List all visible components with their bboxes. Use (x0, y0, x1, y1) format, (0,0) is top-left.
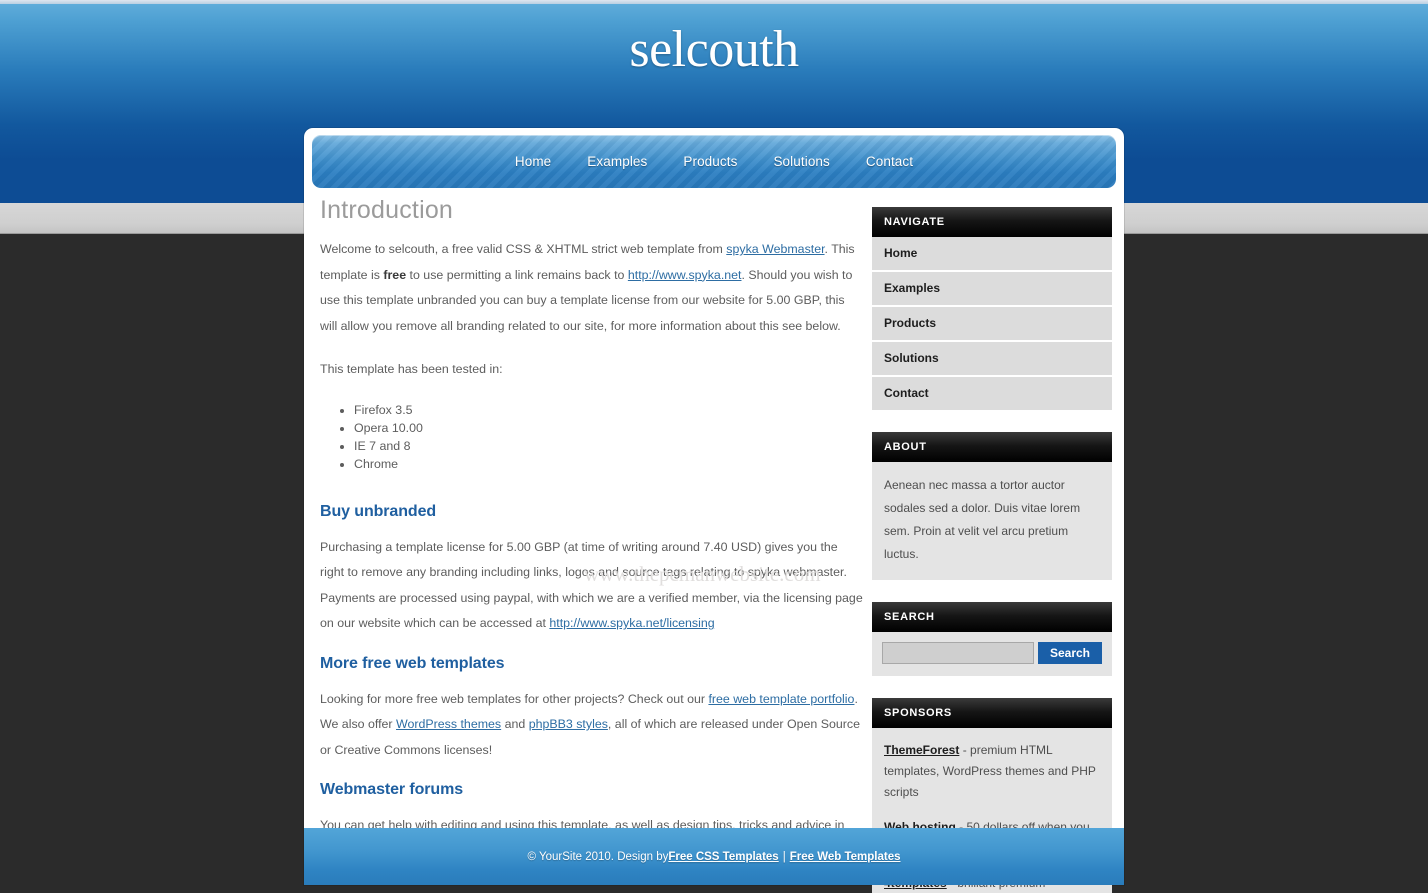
intro-text-1: Welcome to selcouth, a free valid CSS & … (320, 242, 727, 256)
intro-text-3: to use permitting a link remains back to (406, 267, 628, 282)
sidebar-search-title: SEARCH (872, 602, 1112, 632)
list-item: Chrome (354, 455, 865, 473)
sidebar-link-solutions[interactable]: Solutions (872, 342, 1112, 375)
more-text-3: and (501, 717, 529, 731)
content-area: Introduction Welcome to selcouth, a free… (304, 196, 1124, 893)
link-template-portfolio[interactable]: free web template portfolio (708, 692, 854, 706)
search-button[interactable]: Search (1038, 642, 1102, 664)
sidebar-about-text: Aenean nec massa a tortor auctor sodales… (872, 462, 1112, 580)
sidebar-link-contact[interactable]: Contact (872, 377, 1112, 410)
nav-link-home[interactable]: Home (497, 154, 569, 169)
nav-link-examples[interactable]: Examples (569, 154, 665, 169)
nav-item-home[interactable]: Home (497, 154, 569, 169)
sidebar-link-home[interactable]: Home (872, 237, 1112, 270)
more-text-1: Looking for more free web templates for … (320, 691, 709, 706)
footer-link-free-web-templates[interactable]: Free Web Templates (790, 851, 901, 863)
list-item: Firefox 3.5 (354, 401, 865, 419)
footer-copyright: © YourSite 2010. Design by (527, 850, 669, 863)
sidebar-item-examples[interactable]: Examples (872, 272, 1112, 307)
link-phpbb3-styles[interactable]: phpBB3 styles (529, 717, 608, 731)
nav-item-contact[interactable]: Contact (848, 154, 931, 169)
page-footer: © YourSite 2010. Design by Free CSS Temp… (304, 828, 1124, 885)
buy-unbranded-paragraph: Purchasing a template license for 5.00 G… (320, 535, 865, 637)
sidebar-item-home[interactable]: Home (872, 237, 1112, 272)
nav-item-examples[interactable]: Examples (569, 154, 665, 169)
list-item: Opera 10.00 (354, 419, 865, 437)
sponsor-link-themeforest[interactable]: ThemeForest (884, 743, 959, 757)
link-spyka-net[interactable]: http://www.spyka.net (628, 268, 742, 282)
sidebar-about-title: ABOUT (872, 432, 1112, 462)
page-wrapper: Home Examples Products Solutions Contact… (304, 128, 1124, 893)
sidebar-item-contact[interactable]: Contact (872, 377, 1112, 410)
more-templates-paragraph: Looking for more free web templates for … (320, 687, 865, 764)
nav-link-solutions[interactable]: Solutions (755, 154, 847, 169)
tested-browsers-list: Firefox 3.5 Opera 10.00 IE 7 and 8 Chrom… (320, 401, 865, 473)
main-navigation: Home Examples Products Solutions Contact (312, 135, 1116, 188)
intro-bold-free: free (383, 267, 407, 282)
page-root: selcouth Home Examples Products Solution… (0, 0, 1428, 893)
sidebar-box-navigate: NAVIGATE Home Examples Products Solution… (872, 207, 1112, 410)
search-input[interactable] (882, 642, 1034, 664)
list-item: IE 7 and 8 (354, 437, 865, 455)
footer-separator: | (782, 850, 786, 863)
page-title: Introduction (320, 196, 454, 224)
sidebar-navigate-title: NAVIGATE (872, 207, 1112, 237)
heading-buy-unbranded: Buy unbranded (320, 502, 437, 520)
nav-item-solutions[interactable]: Solutions (755, 154, 847, 169)
nav-item-products[interactable]: Products (665, 154, 755, 169)
link-spyka-webmaster[interactable]: spyka Webmaster (726, 242, 824, 256)
sidebar-link-examples[interactable]: Examples (872, 272, 1112, 305)
heading-more-templates: More free web templates (320, 654, 505, 672)
heading-webmaster-forums: Webmaster forums (320, 781, 464, 798)
main-nav-list: Home Examples Products Solutions Contact (497, 154, 931, 169)
sidebar-box-about: ABOUT Aenean nec massa a tortor auctor s… (872, 432, 1112, 580)
sidebar-box-search: SEARCH Search (872, 602, 1112, 676)
sponsor-themeforest: ThemeForest - premium HTML templates, Wo… (884, 740, 1100, 803)
main-column: Introduction Welcome to selcouth, a free… (320, 196, 865, 882)
sidebar-link-products[interactable]: Products (872, 307, 1112, 340)
intro-paragraph: Welcome to selcouth, a free valid CSS & … (320, 237, 865, 339)
nav-link-contact[interactable]: Contact (848, 154, 931, 169)
sidebar-item-solutions[interactable]: Solutions (872, 342, 1112, 377)
nav-link-products[interactable]: Products (665, 154, 755, 169)
sidebar: NAVIGATE Home Examples Products Solution… (872, 207, 1112, 893)
sidebar-item-products[interactable]: Products (872, 307, 1112, 342)
sidebar-navigate-list: Home Examples Products Solutions Contact (872, 237, 1112, 410)
search-form: Search (882, 642, 1102, 664)
tested-intro: This template has been tested in: (320, 362, 503, 376)
footer-link-free-css-templates[interactable]: Free CSS Templates (668, 851, 778, 863)
sidebar-search-body: Search (872, 632, 1112, 676)
sidebar-sponsors-title: SPONSORS (872, 698, 1112, 728)
link-wordpress-themes[interactable]: WordPress themes (396, 717, 501, 731)
link-spyka-licensing[interactable]: http://www.spyka.net/licensing (549, 616, 714, 630)
site-logo: selcouth (629, 21, 799, 78)
header-top-highlight (0, 0, 1428, 4)
